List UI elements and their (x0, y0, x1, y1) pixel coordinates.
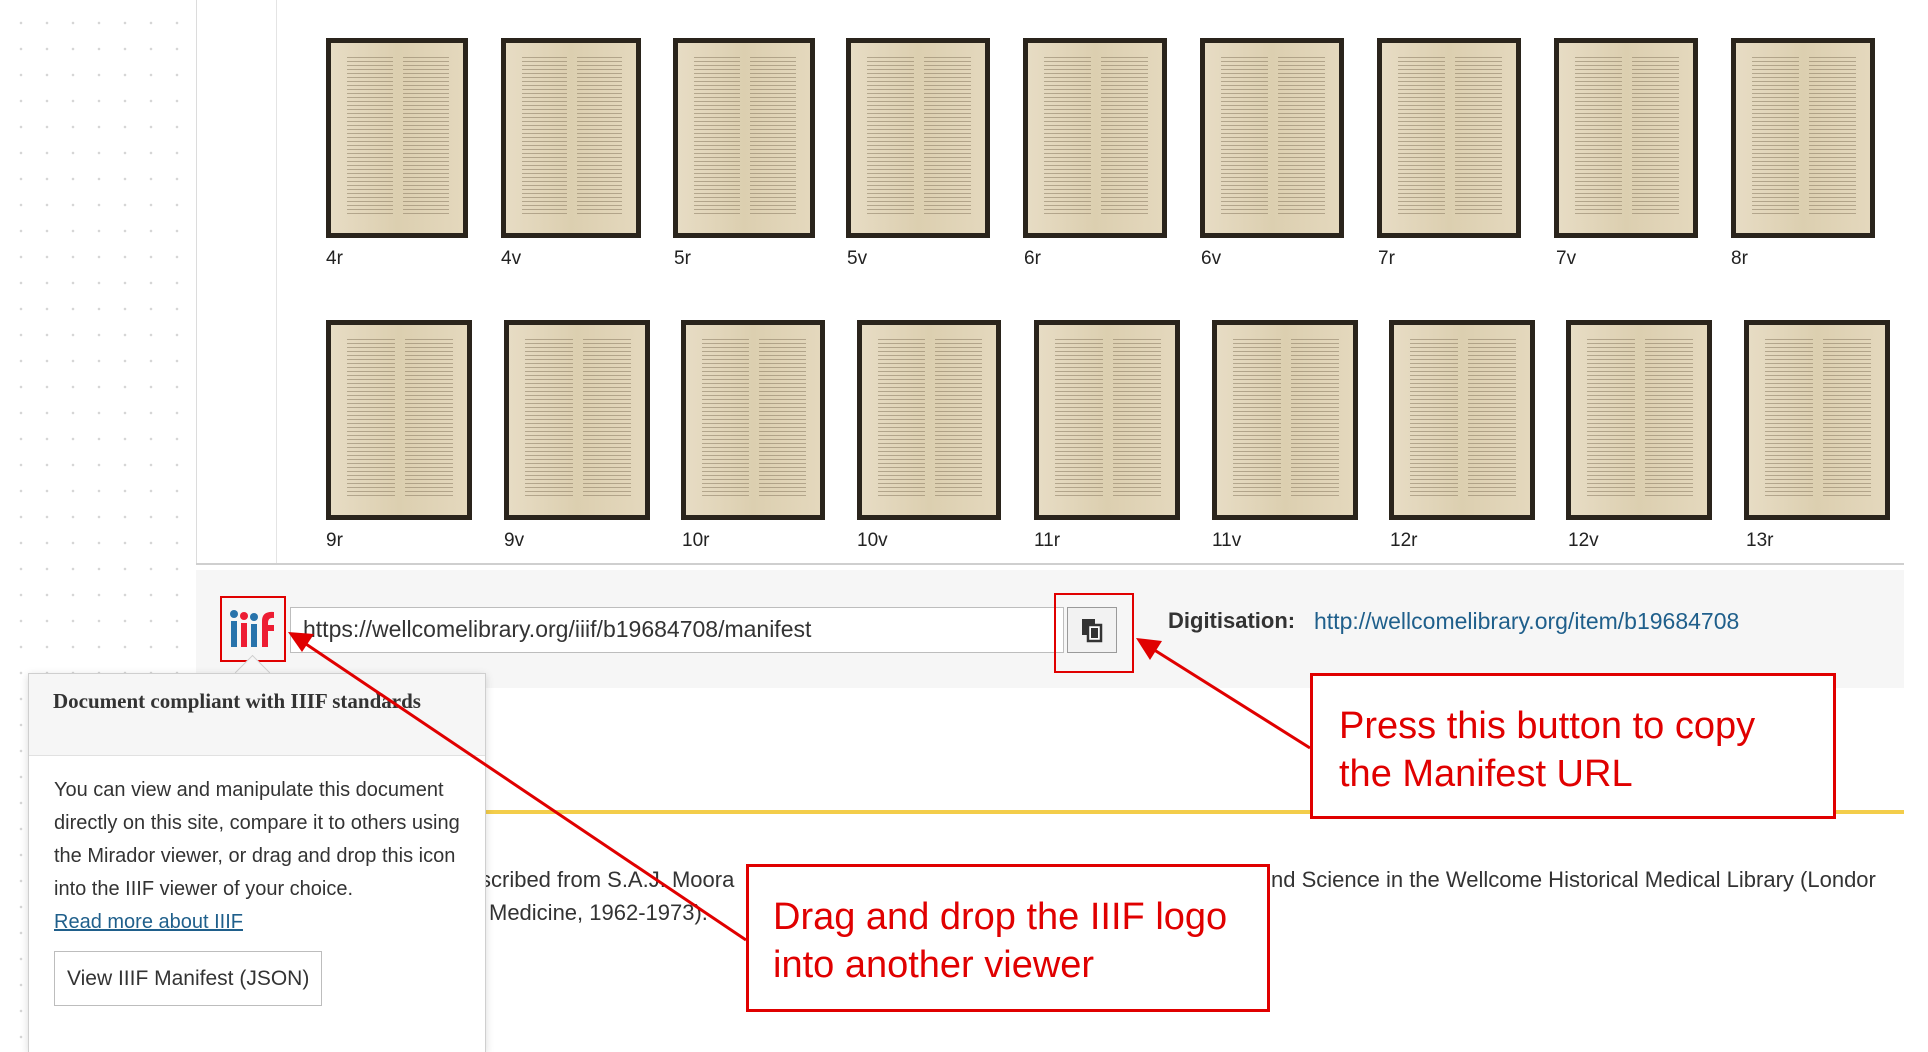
thumbnail-label: 5r (674, 248, 691, 269)
thumbnail-label: 9v (504, 530, 525, 551)
description-line-1-left: scribed from S.A.J. Moora (480, 867, 735, 892)
view-manifest-button[interactable]: View IIIF Manifest (JSON) (54, 951, 323, 1006)
thumbnail-7v[interactable] (1554, 38, 1698, 238)
iiif-info-popover: Document compliant with IIIF standards Y… (28, 673, 486, 1052)
thumbnail-10r[interactable] (681, 320, 825, 520)
thumbnail-label: 4r (326, 248, 343, 269)
thumbnail-label: 11v (1212, 530, 1242, 551)
iiif-logo-icon[interactable] (220, 596, 286, 662)
thumbnail-label: 10v (857, 530, 888, 551)
popover-title: Document compliant with IIIF standards (29, 674, 485, 756)
thumbnail-label: 7v (1556, 248, 1577, 269)
drag-callout: Drag and drop the IIIF logo into another… (746, 864, 1270, 1012)
thumbnail-label: 12v (1568, 530, 1599, 551)
copy-callout: Press this button to copy the Manifest U… (1310, 673, 1836, 819)
thumbnail-9r[interactable] (326, 320, 472, 520)
thumbnail-11r[interactable] (1034, 320, 1180, 520)
panel-divider (276, 0, 277, 565)
thumbnail-7r[interactable] (1377, 38, 1521, 238)
description-line-2: Medicine, 1962-1973). (489, 900, 708, 925)
manifest-url-field[interactable]: https://wellcomelibrary.org/iiif/b196847… (290, 607, 1064, 653)
thumbnail-6v[interactable] (1200, 38, 1344, 238)
thumbnail-4v[interactable] (501, 38, 641, 238)
thumbnail-9v[interactable] (504, 320, 650, 520)
thumbnail-label: 6r (1024, 248, 1041, 269)
thumbnail-label: 9r (326, 530, 343, 551)
iiif-logo-graphic (230, 610, 274, 647)
description-line-1-right: nd Science in the Wellcome Historical Me… (1271, 867, 1876, 892)
read-more-iiif-link[interactable]: Read more about IIIF (54, 911, 243, 933)
thumbnail-5v[interactable] (846, 38, 990, 238)
thumbnail-label: 6v (1201, 248, 1222, 269)
copy-manifest-button[interactable] (1067, 607, 1117, 653)
thumbnail-label: 5v (847, 248, 868, 269)
thumbnail-8r[interactable] (1731, 38, 1875, 238)
thumbnail-12v[interactable] (1566, 320, 1712, 520)
thumbnail-5r[interactable] (673, 38, 815, 238)
thumbnail-label: 7r (1378, 248, 1395, 269)
thumbnail-label: 4v (501, 248, 522, 269)
thumbnail-label: 8r (1731, 248, 1748, 269)
thumbnail-label: 11r (1034, 530, 1061, 551)
digitisation-label: Digitisation: (1168, 608, 1296, 633)
popover-body-text: You can view and manipulate this documen… (54, 779, 460, 900)
panel-bottom-border (196, 563, 1904, 565)
copy-icon (1082, 619, 1103, 643)
thumbnail-13r[interactable] (1744, 320, 1890, 520)
thumbnail-10v[interactable] (857, 320, 1001, 520)
thumbnail-label: 10r (682, 530, 710, 551)
thumbnail-11v[interactable] (1212, 320, 1358, 520)
thumbnail-4r[interactable] (326, 38, 468, 238)
thumbnail-label: 12r (1390, 530, 1418, 551)
thumbnail-12r[interactable] (1389, 320, 1535, 520)
thumbnail-6r[interactable] (1023, 38, 1167, 238)
thumbnail-label: 13r (1746, 530, 1774, 551)
digitisation-link[interactable]: http://wellcomelibrary.org/item/b1968470… (1314, 608, 1739, 635)
